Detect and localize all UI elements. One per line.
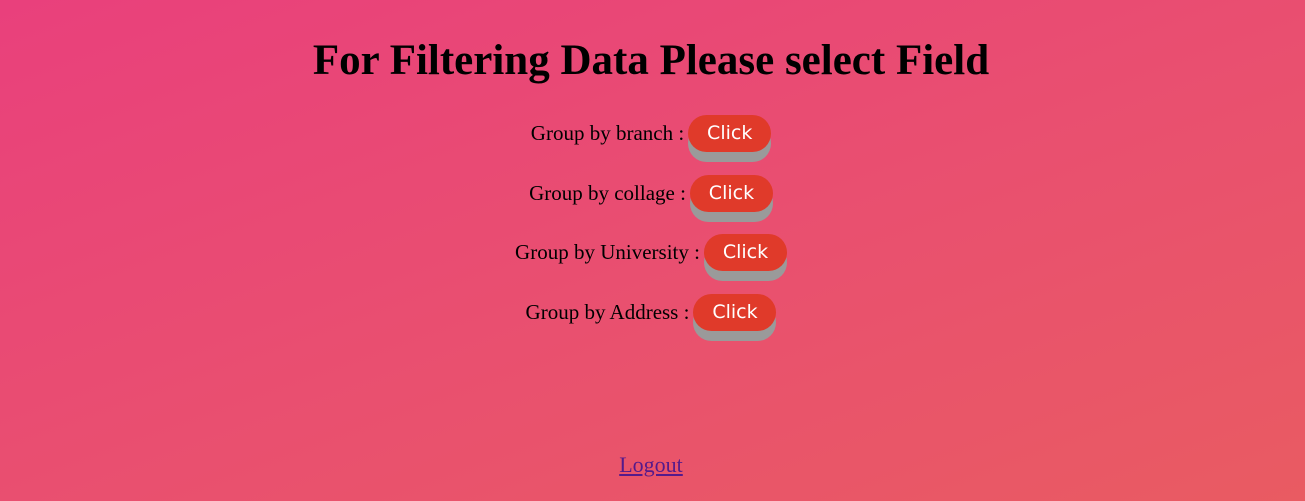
group-by-collage-button[interactable]: Click (689, 175, 773, 212)
group-by-address-button[interactable]: Click (693, 294, 777, 331)
filter-row-address: Group by Address : Click (0, 294, 1302, 346)
group-by-branch-button[interactable]: Click (688, 115, 772, 152)
logout-link[interactable]: Logout (619, 452, 683, 477)
group-by-university-button[interactable]: Click (703, 234, 787, 271)
filter-label-collage: Group by collage : (529, 181, 686, 205)
page-title: For Filtering Data Please select Field (312, 37, 990, 84)
filter-label-university: Group by University : (515, 240, 700, 264)
logout-container: Logout (0, 451, 1302, 479)
filter-row-university: Group by University : Click (0, 234, 1302, 286)
filter-row-branch: Group by branch : Click (0, 115, 1302, 167)
filter-label-branch: Group by branch : (530, 121, 685, 145)
filter-label-address: Group by Address : (525, 300, 690, 324)
filter-row-collage: Group by collage : Click (0, 175, 1302, 227)
